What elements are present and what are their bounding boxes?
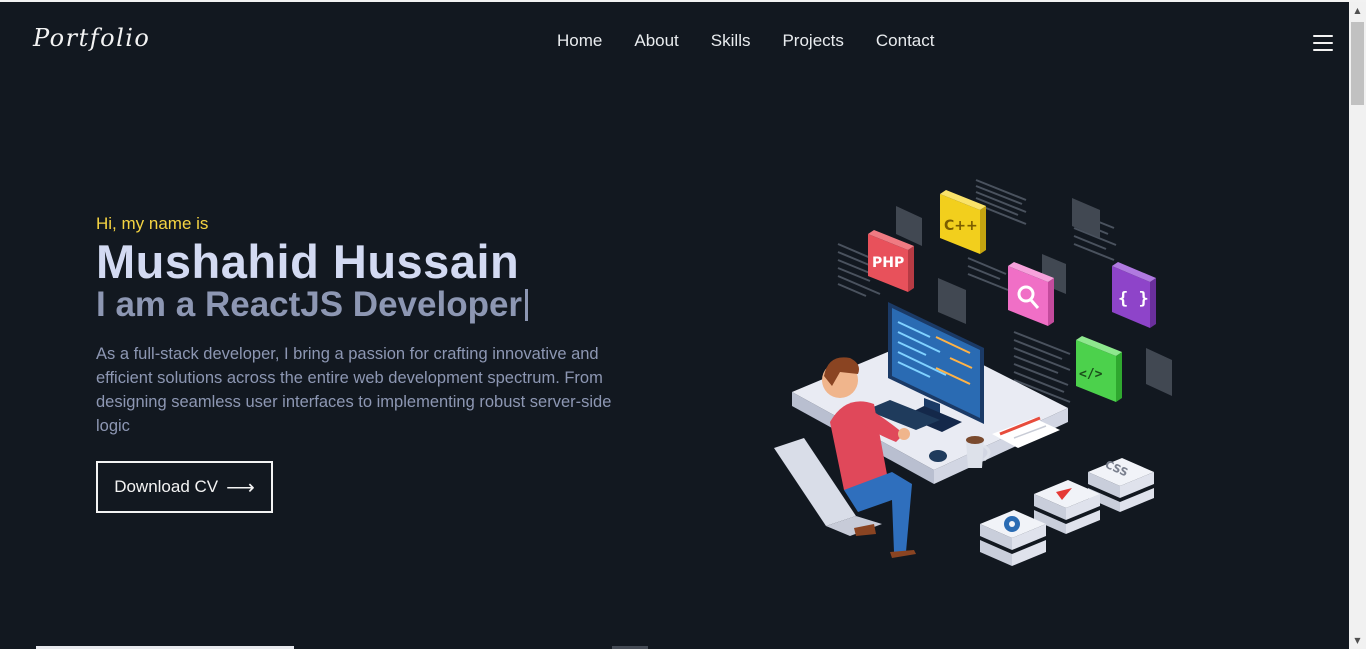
developer-illustration: PHP C++ { } </> CSS <box>774 179 1172 566</box>
download-cv-button[interactable]: Download CV ⟶ <box>96 461 273 513</box>
nav-contact[interactable]: Contact <box>876 31 935 51</box>
hero-greeting: Hi, my name is <box>96 214 209 233</box>
nav-about[interactable]: About <box>634 31 678 51</box>
cpp-badge-label: C++ <box>944 218 978 234</box>
php-badge-label: PHP <box>872 255 904 271</box>
download-cv-label: Download CV <box>114 477 219 496</box>
typing-caret <box>525 289 529 321</box>
mouse <box>929 450 947 462</box>
scroll-up-arrow-icon[interactable]: ▲ <box>1349 2 1366 19</box>
stacked-blocks: CSS <box>980 458 1154 566</box>
logo[interactable]: Portfolio <box>33 24 150 52</box>
hero-role: I am a ReactJS Developer <box>96 285 529 325</box>
hero-description: As a full-stack developer, I bring a pas… <box>96 345 612 435</box>
main-nav: Home About Skills Projects Contact <box>557 31 934 51</box>
page: Portfolio Home About Skills Projects Con… <box>0 2 1349 649</box>
nav-projects[interactable]: Projects <box>782 31 843 51</box>
braces-badge: { } <box>1112 262 1156 328</box>
hero-role-text: I am a ReactJS Developer <box>96 285 523 324</box>
braces-badge-label: { } <box>1118 289 1149 309</box>
scrollbar-thumb[interactable] <box>1351 22 1364 105</box>
php-badge: PHP <box>868 230 914 292</box>
menu-icon[interactable] <box>1313 35 1333 51</box>
scroll-down-arrow-icon[interactable]: ▼ <box>1349 632 1366 649</box>
nav-skills[interactable]: Skills <box>711 31 751 51</box>
code-badge: </> <box>1076 336 1122 402</box>
scrollbar[interactable]: ▲ ▼ <box>1349 2 1366 649</box>
nav-home[interactable]: Home <box>557 31 602 51</box>
hero-name: Mushahid Hussain <box>96 235 520 288</box>
arrow-right-icon: ⟶ <box>226 476 255 499</box>
code-badge-label: </> <box>1079 367 1103 382</box>
